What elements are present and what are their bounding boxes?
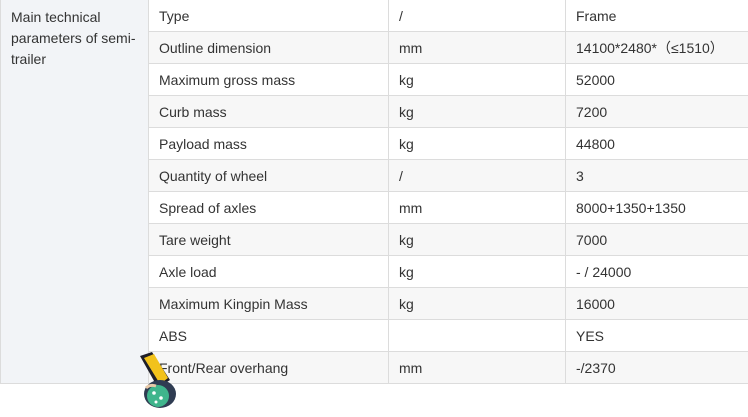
value-cell: 14100*2480*（≤1510）	[566, 32, 748, 64]
unit-cell: kg	[389, 256, 566, 288]
param-cell: ABS	[149, 320, 389, 352]
value-cell: -/2370	[566, 352, 748, 384]
param-cell: Payload mass	[149, 128, 389, 160]
value-cell: - / 24000	[566, 256, 748, 288]
cartoon-mascot-sticker-icon[interactable]	[130, 350, 188, 412]
value-cell: 44800	[566, 128, 748, 160]
value-cell: 52000	[566, 64, 748, 96]
table-row: Main technical parameters of semi-traile…	[1, 0, 748, 32]
group-label: Main technical parameters of semi-traile…	[1, 0, 149, 384]
value-cell: 16000	[566, 288, 748, 320]
param-cell: Outline dimension	[149, 32, 389, 64]
unit-cell: mm	[389, 32, 566, 64]
unit-cell: /	[389, 0, 566, 32]
unit-cell: /	[389, 160, 566, 192]
param-cell: Tare weight	[149, 224, 389, 256]
value-cell: 7200	[566, 96, 748, 128]
unit-cell	[389, 320, 566, 352]
param-cell: Maximum gross mass	[149, 64, 389, 96]
unit-cell: kg	[389, 288, 566, 320]
value-cell: 8000+1350+1350	[566, 192, 748, 224]
value-cell: YES	[566, 320, 748, 352]
unit-cell: kg	[389, 96, 566, 128]
value-cell: 3	[566, 160, 748, 192]
value-cell: Frame	[566, 0, 748, 32]
param-cell: Curb mass	[149, 96, 389, 128]
unit-cell: mm	[389, 352, 566, 384]
spec-table: Main technical parameters of semi-traile…	[0, 0, 748, 384]
param-cell: Spread of axles	[149, 192, 389, 224]
param-cell: Maximum Kingpin Mass	[149, 288, 389, 320]
param-cell: Quantity of wheel	[149, 160, 389, 192]
unit-cell: mm	[389, 192, 566, 224]
unit-cell: kg	[389, 64, 566, 96]
param-cell: Axle load	[149, 256, 389, 288]
value-cell: 7000	[566, 224, 748, 256]
unit-cell: kg	[389, 128, 566, 160]
param-cell: Type	[149, 0, 389, 32]
unit-cell: kg	[389, 224, 566, 256]
